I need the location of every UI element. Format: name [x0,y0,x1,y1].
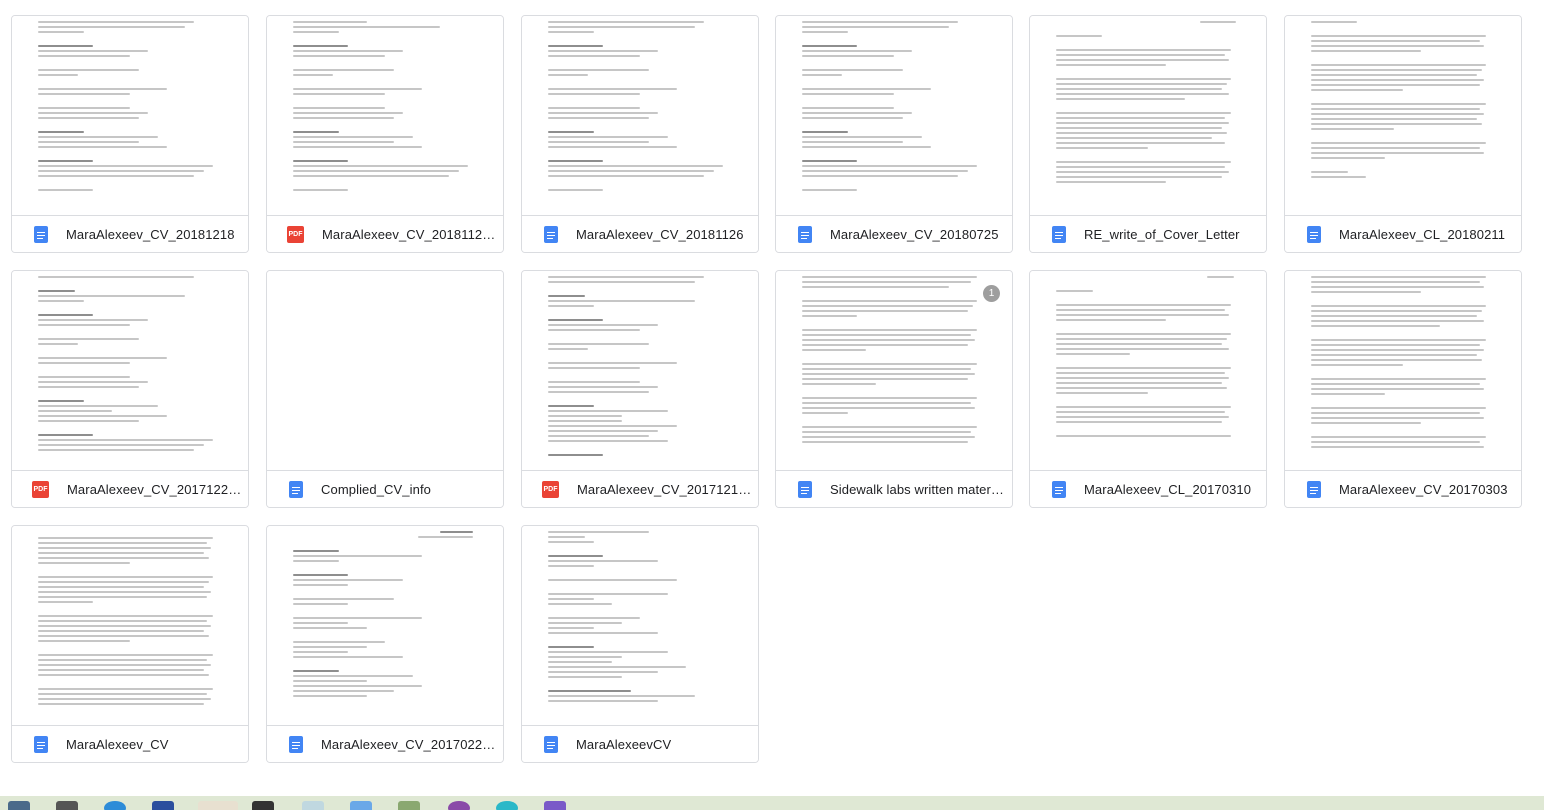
file-card[interactable]: PDF MaraAlexeev_CV_2017121… [521,270,759,508]
document-thumbnail [776,16,1012,218]
file-footer: Complied_CV_info [267,470,503,507]
document-thumbnail [776,271,1012,473]
google-docs-icon [34,735,48,753]
document-thumbnail [12,16,248,218]
app-icon[interactable] [544,801,566,810]
file-card[interactable]: MaraAlexeev_CL_20180211 [1284,15,1522,253]
file-name: MaraAlexeevCV [576,736,672,752]
file-name: MaraAlexeev_CV_2018112… [322,226,496,242]
file-footer: MaraAlexeev_CL_20180211 [1285,215,1521,252]
document-thumbnail [267,16,503,218]
file-card[interactable]: PDF MaraAlexeev_CV_2018112… [266,15,504,253]
app-icon[interactable] [104,801,126,810]
file-footer: MaraAlexeev_CV [12,725,248,762]
google-docs-icon [289,735,303,753]
file-name: MaraAlexeev_CV [66,736,169,752]
file-footer: MaraAlexeev_CV_2017022… [267,725,503,762]
file-footer: PDF MaraAlexeev_CV_2017121… [522,470,758,507]
app-icon[interactable] [448,801,470,810]
file-name: MaraAlexeev_CL_20170310 [1084,481,1252,497]
app-icon[interactable] [198,801,238,810]
app-icon[interactable] [350,801,372,810]
file-card[interactable]: 1 Sidewalk labs written mater… [775,270,1013,508]
file-card[interactable]: MaraAlexeev_CL_20170310 [1029,270,1267,508]
google-docs-icon [1052,480,1066,498]
document-thumbnail [522,526,758,728]
document-thumbnail [12,526,248,728]
app-icon[interactable] [8,801,30,810]
file-footer: PDF MaraAlexeev_CV_2018112… [267,215,503,252]
file-card[interactable]: MaraAlexeev_CV_20170303 [1284,270,1522,508]
file-name: MaraAlexeev_CV_20180725 [830,226,999,242]
app-icon[interactable] [398,801,420,810]
google-docs-icon [1052,225,1066,243]
file-name: MaraAlexeev_CV_20181218 [66,226,235,242]
file-footer: PDF MaraAlexeev_CV_2017122… [12,470,248,507]
file-footer: MaraAlexeev_CV_20180725 [776,215,1012,252]
pdf-icon: PDF [542,480,559,498]
google-docs-icon [1307,480,1321,498]
file-name: MaraAlexeev_CV_2017122… [67,481,242,497]
file-footer: MaraAlexeevCV [522,725,758,762]
document-thumbnail [1285,16,1521,218]
google-docs-icon [798,225,812,243]
file-footer: MaraAlexeev_CL_20170310 [1030,470,1266,507]
file-footer: MaraAlexeev_CV_20181126 [522,215,758,252]
file-name: RE_write_of_Cover_Letter [1084,226,1240,242]
google-docs-icon [544,735,558,753]
document-thumbnail [1030,271,1266,473]
file-name: MaraAlexeev_CL_20180211 [1339,226,1506,242]
file-card[interactable]: MaraAlexeev_CV [11,525,249,763]
app-icon[interactable] [252,801,274,810]
google-docs-icon [544,225,558,243]
file-footer: MaraAlexeev_CV_20170303 [1285,470,1521,507]
app-icon[interactable] [152,801,174,810]
document-thumbnail [267,526,503,728]
document-thumbnail [522,271,758,473]
file-footer: MaraAlexeev_CV_20181218 [12,215,248,252]
document-thumbnail [522,16,758,218]
file-name: MaraAlexeev_CV_20181126 [576,226,744,242]
file-name: Sidewalk labs written mater… [830,481,1005,497]
app-icon[interactable] [56,801,78,810]
app-icon[interactable] [302,801,324,810]
comment-count-badge: 1 [983,285,1000,302]
file-card[interactable]: MaraAlexeev_CV_20181126 [521,15,759,253]
file-name: Complied_CV_info [321,481,431,497]
file-name: MaraAlexeev_CV_2017121… [577,481,752,497]
file-footer: Sidewalk labs written mater… [776,470,1012,507]
google-docs-icon [798,480,812,498]
file-name: MaraAlexeev_CV_2017022… [321,736,496,752]
file-card[interactable]: PDF MaraAlexeev_CV_2017122… [11,270,249,508]
taskbar [0,796,1544,810]
google-docs-icon [34,225,48,243]
document-thumbnail [1285,271,1521,473]
file-card[interactable]: MaraAlexeev_CV_20181218 [11,15,249,253]
app-icon[interactable] [496,801,518,810]
file-name: MaraAlexeev_CV_20170303 [1339,481,1508,497]
document-thumbnail [267,271,503,473]
google-docs-icon [289,480,303,498]
pdf-icon: PDF [32,480,49,498]
file-card[interactable]: MaraAlexeev_CV_2017022… [266,525,504,763]
file-card[interactable]: Complied_CV_info [266,270,504,508]
file-card[interactable]: MaraAlexeevCV [521,525,759,763]
file-grid: MaraAlexeev_CV_20181218 PDF MaraAlexeev_… [0,0,1544,795]
file-card[interactable]: MaraAlexeev_CV_20180725 [775,15,1013,253]
document-thumbnail [1030,16,1266,218]
file-footer: RE_write_of_Cover_Letter [1030,215,1266,252]
file-card[interactable]: RE_write_of_Cover_Letter [1029,15,1267,253]
pdf-icon: PDF [287,225,304,243]
document-thumbnail [12,271,248,473]
google-docs-icon [1307,225,1321,243]
